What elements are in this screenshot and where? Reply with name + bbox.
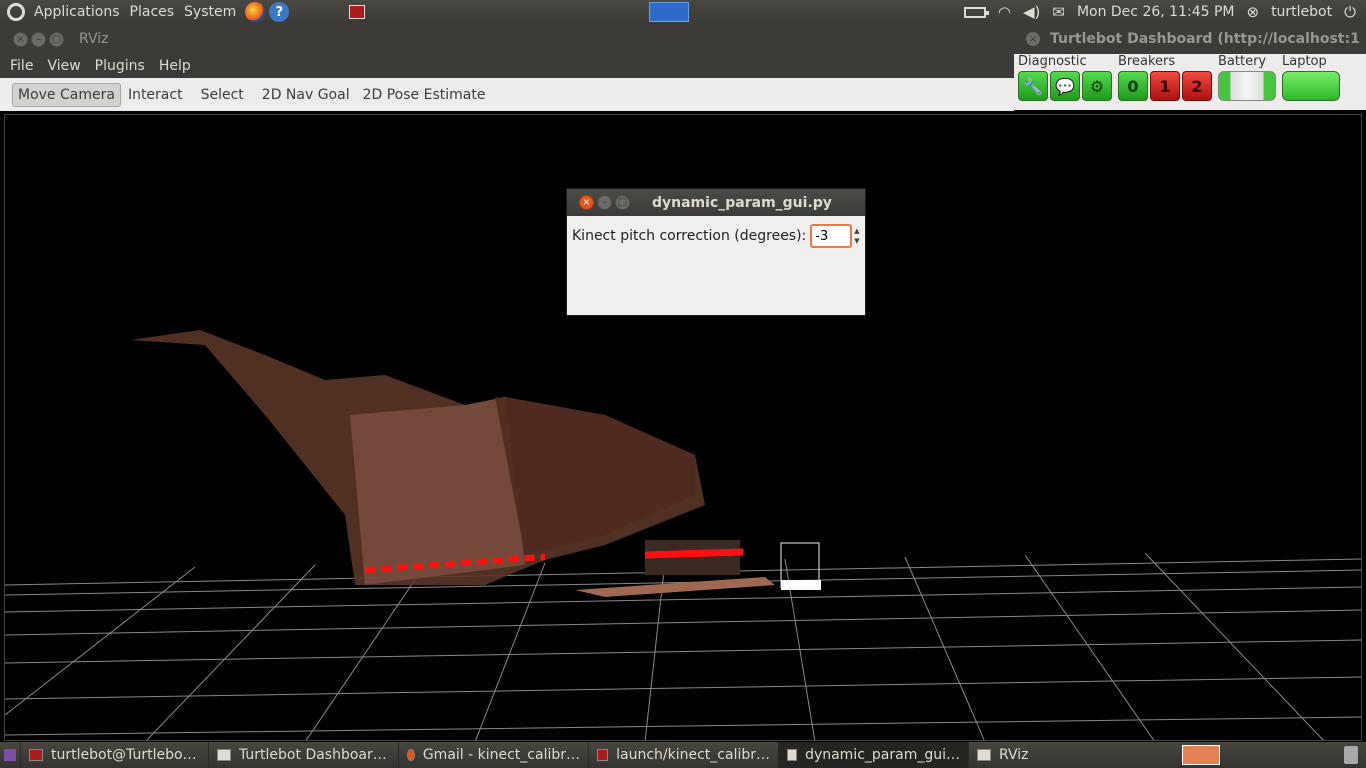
taskbar: turtlebot@Turtlebo… Turtlebot Dashboar… … (0, 742, 1366, 768)
dialog-title: dynamic_param_gui.py (652, 194, 832, 211)
spin-up-icon[interactable]: ▲ (854, 226, 859, 236)
spin-down-icon[interactable]: ▼ (854, 236, 859, 246)
breakers-label: Breakers (1118, 54, 1176, 69)
close-icon[interactable]: × (13, 31, 28, 47)
param-dialog: × – □ dynamic_param_gui.py Kinect pitch … (566, 188, 866, 316)
laptop-group: Laptop (1282, 54, 1340, 110)
select-tool[interactable]: Select (196, 84, 249, 106)
applications-menu[interactable]: Applications (29, 4, 125, 20)
window-icon (217, 749, 231, 761)
dashboard-title: Turtlebot Dashboard (http://localhost:1 (1050, 31, 1360, 47)
dialog-titlebar[interactable]: × – □ dynamic_param_gui.py (567, 189, 865, 216)
window-title: RViz (79, 31, 109, 47)
top-panel: Applications Places System ? ◠ ◀) ✉ Mon … (0, 0, 1366, 24)
trash-icon[interactable] (1344, 746, 1358, 764)
pitch-spinbox[interactable]: ▲ ▼ (810, 224, 860, 248)
diagnostic-group: Diagnostic 🔧 💬 ⚙ (1018, 54, 1112, 110)
battery-label: Battery (1218, 54, 1267, 69)
task-item[interactable]: Turtlebot Dashboar… (208, 742, 398, 768)
gear-icon[interactable]: ⚙ (1082, 71, 1112, 101)
laptop-battery-icon[interactable] (1282, 71, 1340, 101)
task-item[interactable]: Gmail - kinect_calibr… (398, 742, 588, 768)
menu-help[interactable]: Help (155, 58, 195, 74)
point-cloud (130, 330, 821, 597)
system-menu[interactable]: System (179, 4, 241, 20)
minimize-icon[interactable]: – (31, 31, 46, 47)
toolbar: Move Camera Interact Select 2D Nav Goal … (0, 78, 1014, 111)
interact-tool[interactable]: Interact (123, 84, 188, 106)
wifi-icon[interactable]: ◠ (998, 3, 1011, 21)
workspace-indicator[interactable] (649, 2, 689, 22)
terminal-launcher-icon[interactable] (349, 5, 366, 19)
maximize-icon[interactable]: □ (49, 31, 64, 47)
window-icon (787, 749, 798, 761)
mail-icon[interactable]: ✉ (1052, 3, 1065, 21)
ubuntu-logo-icon[interactable] (7, 3, 25, 21)
breaker-0-button[interactable]: 0 (1118, 71, 1148, 101)
wrench-icon[interactable]: 🔧 (1018, 71, 1048, 101)
user-name[interactable]: turtlebot (1271, 4, 1332, 20)
maximize-icon[interactable]: □ (615, 195, 630, 210)
ground-grid (5, 552, 1361, 740)
places-menu[interactable]: Places (125, 4, 180, 20)
pitch-label: Kinect pitch correction (degrees): (572, 228, 807, 244)
user-status-icon: ⊗ (1246, 3, 1260, 21)
firefox-launcher-icon[interactable] (245, 2, 266, 22)
pitch-input[interactable] (810, 224, 853, 248)
task-label: RViz (999, 747, 1029, 763)
dashboard-titlebar[interactable]: × Turtlebot Dashboard (http://localhost:… (1014, 24, 1366, 54)
task-item[interactable]: dynamic_param_gui… (778, 742, 968, 768)
pose-estimate-tool[interactable]: 2D Pose Estimate (358, 84, 491, 106)
power-icon[interactable]: ⏻ (1344, 3, 1356, 21)
move-camera-tool[interactable]: Move Camera (12, 82, 121, 107)
task-item[interactable]: RViz (968, 742, 1138, 768)
task-item[interactable]: launch/kinect_calibr… (588, 742, 778, 768)
menu-file[interactable]: File (6, 58, 37, 74)
window-icon (977, 749, 991, 761)
terminal-icon (29, 749, 43, 761)
terminal-icon (597, 749, 609, 761)
close-icon[interactable]: × (579, 195, 594, 210)
speech-bubble-icon[interactable]: 💬 (1050, 71, 1080, 101)
laptop-label: Laptop (1282, 54, 1327, 69)
battery-icon[interactable] (963, 6, 989, 18)
volume-icon[interactable]: ◀) (1023, 3, 1040, 21)
task-label: dynamic_param_gui… (805, 747, 960, 763)
nav-goal-tool[interactable]: 2D Nav Goal (257, 84, 355, 106)
breaker-2-button[interactable]: 2 (1182, 71, 1212, 101)
firefox-icon (407, 749, 415, 761)
show-desktop-icon[interactable] (4, 749, 16, 761)
menu-plugins[interactable]: Plugins (91, 58, 149, 74)
task-item[interactable]: turtlebot@Turtlebo… (20, 742, 208, 768)
task-label: turtlebot@Turtlebo… (51, 747, 197, 763)
minimize-icon[interactable]: – (597, 195, 612, 210)
workspace-switcher[interactable] (1182, 745, 1220, 765)
battery-group: Battery (1218, 54, 1276, 110)
breaker-1-button[interactable]: 1 (1150, 71, 1180, 101)
task-label: Turtlebot Dashboar… (239, 747, 387, 763)
breakers-group: Breakers 0 1 2 (1118, 54, 1212, 110)
close-icon[interactable]: × (1026, 32, 1040, 46)
clock[interactable]: Mon Dec 26, 11:45 PM (1077, 4, 1235, 20)
task-label: launch/kinect_calibr… (616, 747, 770, 763)
task-label: Gmail - kinect_calibr… (422, 747, 580, 763)
robot-battery-icon[interactable] (1218, 71, 1276, 101)
menu-view[interactable]: View (43, 58, 84, 74)
help-launcher-icon[interactable]: ? (269, 2, 290, 22)
dashboard-panel: Diagnostic 🔧 💬 ⚙ Breakers 0 1 2 Battery … (1014, 54, 1366, 110)
diagnostic-label: Diagnostic (1018, 54, 1087, 69)
